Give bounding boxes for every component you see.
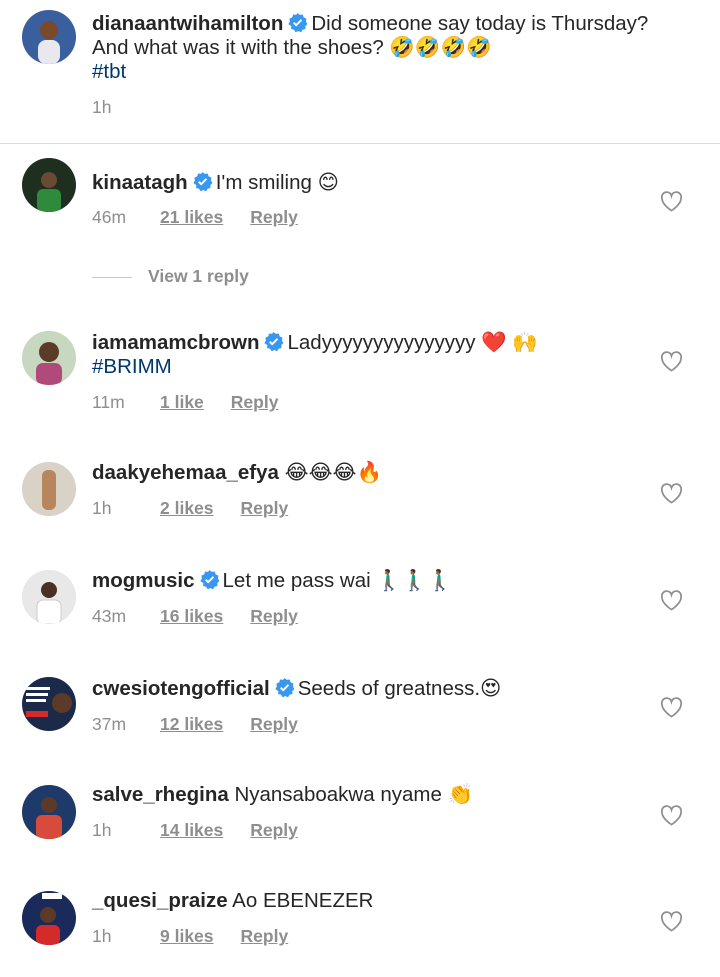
- heart-outline-icon[interactable]: [660, 191, 683, 212]
- comment-meta: 37m 12 likes Reply: [92, 714, 298, 735]
- comment-time: 46m: [92, 207, 127, 227]
- comment-reply-button[interactable]: Reply: [250, 606, 298, 627]
- comment-body: 😂😂😂🔥: [284, 461, 383, 484]
- comment-likes-link[interactable]: 12 likes: [160, 714, 223, 735]
- post-caption: dianaantwihamilton Did someone say today …: [0, 0, 720, 145]
- comment-text-block: kinaatagh I'm smiling 😊: [92, 171, 650, 195]
- comment-text-block: daakyehemaa_efya 😂😂😂🔥: [92, 461, 650, 485]
- comment-body: Ladyyyyyyyyyyyyyyy ❤️ 🙌: [287, 331, 538, 354]
- comment-text-block: cwesiotengofficial Seeds of greatness.😍: [92, 677, 650, 701]
- caption-text-block: dianaantwihamilton Did someone say today …: [92, 12, 650, 84]
- comment-time: 1h: [92, 498, 112, 518]
- caption-username[interactable]: dianaantwihamilton: [92, 12, 283, 35]
- heart-outline-icon[interactable]: [660, 911, 683, 932]
- comment-likes-link[interactable]: 9 likes: [160, 926, 214, 947]
- comment-reply-button[interactable]: Reply: [231, 392, 279, 413]
- comment-avatar[interactable]: [22, 331, 76, 385]
- comment-likes-link[interactable]: 2 likes: [160, 498, 214, 519]
- comment-username[interactable]: mogmusic: [92, 569, 195, 592]
- comment-time: 11m: [92, 392, 125, 412]
- comment-reply-button[interactable]: Reply: [241, 926, 289, 947]
- view-replies-label: View 1 reply: [148, 266, 249, 286]
- comment-meta: 1h 2 likes Reply: [92, 498, 288, 519]
- heart-outline-icon[interactable]: [660, 697, 683, 718]
- verified-badge-icon: [275, 678, 294, 697]
- verified-badge-icon: [264, 332, 284, 351]
- comment-username[interactable]: _quesi_praize: [92, 889, 228, 912]
- comment-text-block: iamamamcbrown Ladyyyyyyyyyyyyyyy ❤️ 🙌 #BR…: [92, 331, 650, 379]
- comment-hashtag[interactable]: #BRIMM: [92, 355, 172, 378]
- caption-avatar[interactable]: [22, 10, 76, 64]
- comment-text-block: _quesi_praize Ao EBENEZER: [92, 889, 650, 913]
- heart-outline-icon[interactable]: [660, 351, 683, 372]
- comment-avatar[interactable]: [22, 158, 76, 212]
- comment-reply-button[interactable]: Reply: [250, 207, 298, 228]
- comment-body: Let me pass wai 🚶🏾‍♂️🚶🏾‍♂️🚶🏾‍♂️: [222, 569, 453, 592]
- comment-likes-link[interactable]: 16 likes: [160, 606, 223, 627]
- comment-text-block: salve_rhegina Nyansaboakwa nyame 👏: [92, 783, 650, 807]
- comment-avatar[interactable]: [22, 677, 76, 731]
- comment-body: Ao EBENEZER: [232, 889, 374, 912]
- comment-body: Nyansaboakwa nyame 👏: [234, 783, 474, 806]
- comment-likes-link[interactable]: 21 likes: [160, 207, 223, 228]
- verified-badge-icon: [193, 172, 212, 191]
- comment-likes-link[interactable]: 14 likes: [160, 820, 223, 841]
- verified-badge-icon: [288, 13, 308, 32]
- comment-time: 43m: [92, 606, 127, 626]
- comment-avatar[interactable]: [22, 785, 76, 839]
- comment-time: 1h: [92, 820, 112, 840]
- comment-username[interactable]: kinaatagh: [92, 171, 188, 194]
- heart-outline-icon[interactable]: [660, 483, 683, 504]
- caption-time: 1h: [92, 97, 112, 117]
- comment-body: Seeds of greatness.😍: [297, 677, 502, 700]
- caption-divider: [0, 143, 720, 144]
- comment-reply-button[interactable]: Reply: [241, 498, 289, 519]
- comment-avatar[interactable]: [22, 891, 76, 945]
- view-replies-button[interactable]: View 1 reply: [92, 266, 249, 287]
- comment-meta: 46m 21 likes Reply: [92, 207, 298, 228]
- comment-meta: 1h 9 likes Reply: [92, 926, 288, 947]
- comment-username[interactable]: cwesiotengofficial: [92, 677, 270, 700]
- comment-meta: 11m 1 like Reply: [92, 392, 278, 413]
- comment-username[interactable]: daakyehemaa_efya: [92, 461, 279, 484]
- comment-username[interactable]: iamamamcbrown: [92, 331, 259, 354]
- comment-time: 37m: [92, 714, 127, 734]
- heart-outline-icon[interactable]: [660, 805, 683, 826]
- comment-reply-button[interactable]: Reply: [250, 820, 298, 841]
- comment-avatar[interactable]: [22, 570, 76, 624]
- caption-meta: 1h: [92, 97, 160, 118]
- view-replies-dash: [92, 276, 132, 278]
- comment-text-block: mogmusic Let me pass wai 🚶🏾‍♂️🚶🏾‍♂️🚶🏾‍♂️: [92, 569, 650, 593]
- comment-username[interactable]: salve_rhegina: [92, 783, 229, 806]
- comment-body: I'm smiling 😊: [215, 171, 339, 194]
- heart-outline-icon[interactable]: [660, 590, 683, 611]
- caption-hashtag[interactable]: #tbt: [92, 60, 126, 83]
- comment-reply-button[interactable]: Reply: [250, 714, 298, 735]
- verified-badge-icon: [199, 570, 219, 589]
- comment-time: 1h: [92, 926, 112, 946]
- comment-avatar[interactable]: [22, 462, 76, 516]
- comment-likes-link[interactable]: 1 like: [160, 392, 204, 413]
- comment-meta: 1h 14 likes Reply: [92, 820, 298, 841]
- comment-meta: 43m 16 likes Reply: [92, 606, 298, 627]
